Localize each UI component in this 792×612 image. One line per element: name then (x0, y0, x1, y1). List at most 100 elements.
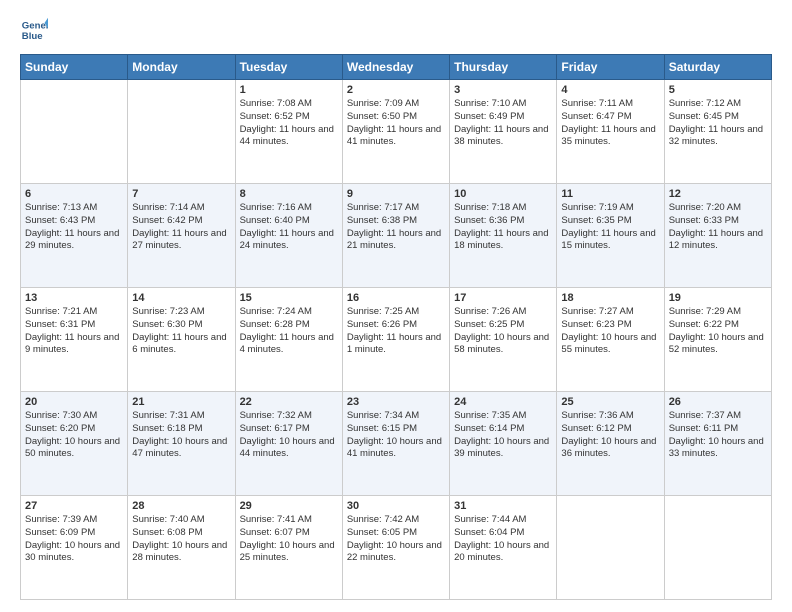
cal-cell: 27 Sunrise: 7:39 AM Sunset: 6:09 PM Dayli… (21, 496, 128, 600)
cal-cell: 29 Sunrise: 7:41 AM Sunset: 6:07 PM Dayli… (235, 496, 342, 600)
week-row-4: 20 Sunrise: 7:30 AM Sunset: 6:20 PM Dayli… (21, 392, 772, 496)
cell-info: Sunrise: 7:32 AM Sunset: 6:17 PM Dayligh… (240, 410, 338, 461)
cell-info: Sunrise: 7:34 AM Sunset: 6:15 PM Dayligh… (347, 410, 445, 461)
weekday-header-row: SundayMondayTuesdayWednesdayThursdayFrid… (21, 55, 772, 80)
cal-cell: 7 Sunrise: 7:14 AM Sunset: 6:42 PM Daylig… (128, 184, 235, 288)
svg-text:General: General (22, 20, 48, 31)
cal-cell: 3 Sunrise: 7:10 AM Sunset: 6:49 PM Daylig… (450, 80, 557, 184)
cal-cell (128, 80, 235, 184)
cell-info: Sunrise: 7:20 AM Sunset: 6:33 PM Dayligh… (669, 202, 767, 253)
weekday-header-monday: Monday (128, 55, 235, 80)
weekday-header-thursday: Thursday (450, 55, 557, 80)
svg-text:Blue: Blue (22, 31, 43, 42)
week-row-1: 1Sunrise: 7:08 AM Sunset: 6:52 PM Daylig… (21, 80, 772, 184)
day-number: 17 (454, 292, 552, 304)
day-number: 10 (454, 188, 552, 200)
weekday-header-sunday: Sunday (21, 55, 128, 80)
cal-cell: 10 Sunrise: 7:18 AM Sunset: 6:36 PM Dayli… (450, 184, 557, 288)
cal-cell: 6 Sunrise: 7:13 AM Sunset: 6:43 PM Daylig… (21, 184, 128, 288)
day-number: 8 (240, 188, 338, 200)
cal-cell: 13Sunrise: 7:21 AM Sunset: 6:31 PM Dayli… (21, 288, 128, 392)
cell-info: Sunrise: 7:41 AM Sunset: 6:07 PM Dayligh… (240, 514, 338, 565)
week-row-5: 27 Sunrise: 7:39 AM Sunset: 6:09 PM Dayli… (21, 496, 772, 600)
day-number: 2 (347, 84, 445, 96)
week-row-3: 13Sunrise: 7:21 AM Sunset: 6:31 PM Dayli… (21, 288, 772, 392)
page: General Blue SundayMondayTuesdayWednesda… (0, 0, 792, 612)
weekday-header-saturday: Saturday (664, 55, 771, 80)
day-number: 26 (669, 396, 767, 408)
day-number: 6 (25, 188, 123, 200)
cal-cell: 16Sunrise: 7:25 AM Sunset: 6:26 PM Dayli… (342, 288, 449, 392)
cal-cell: 30 Sunrise: 7:42 AM Sunset: 6:05 PM Dayli… (342, 496, 449, 600)
day-number: 28 (132, 500, 230, 512)
logo-icon: General Blue (20, 16, 48, 44)
cell-info: Sunrise: 7:35 AM Sunset: 6:14 PM Dayligh… (454, 410, 552, 461)
cell-info: Sunrise: 7:24 AM Sunset: 6:28 PM Dayligh… (240, 306, 338, 357)
day-number: 3 (454, 84, 552, 96)
cal-cell: 22 Sunrise: 7:32 AM Sunset: 6:17 PM Dayli… (235, 392, 342, 496)
day-number: 13 (25, 292, 123, 304)
day-number: 24 (454, 396, 552, 408)
cell-info: Sunrise: 7:23 AM Sunset: 6:30 PM Dayligh… (132, 306, 230, 357)
day-number: 11 (561, 188, 659, 200)
cell-info: Sunrise: 7:19 AM Sunset: 6:35 PM Dayligh… (561, 202, 659, 253)
day-number: 23 (347, 396, 445, 408)
day-number: 5 (669, 84, 767, 96)
cal-cell: 18 Sunrise: 7:27 AM Sunset: 6:23 PM Dayli… (557, 288, 664, 392)
cell-info: Sunrise: 7:09 AM Sunset: 6:50 PM Dayligh… (347, 98, 445, 149)
cell-info: Sunrise: 7:39 AM Sunset: 6:09 PM Dayligh… (25, 514, 123, 565)
weekday-header-tuesday: Tuesday (235, 55, 342, 80)
cell-info: Sunrise: 7:11 AM Sunset: 6:47 PM Dayligh… (561, 98, 659, 149)
logo: General Blue (20, 16, 52, 44)
cell-info: Sunrise: 7:25 AM Sunset: 6:26 PM Dayligh… (347, 306, 445, 357)
cal-cell: 26 Sunrise: 7:37 AM Sunset: 6:11 PM Dayli… (664, 392, 771, 496)
cell-info: Sunrise: 7:44 AM Sunset: 6:04 PM Dayligh… (454, 514, 552, 565)
cal-cell: 4Sunrise: 7:11 AM Sunset: 6:47 PM Daylig… (557, 80, 664, 184)
day-number: 18 (561, 292, 659, 304)
day-number: 29 (240, 500, 338, 512)
cal-cell (21, 80, 128, 184)
cal-cell: 5 Sunrise: 7:12 AM Sunset: 6:45 PM Daylig… (664, 80, 771, 184)
cal-cell: 1Sunrise: 7:08 AM Sunset: 6:52 PM Daylig… (235, 80, 342, 184)
cal-cell: 20 Sunrise: 7:30 AM Sunset: 6:20 PM Dayli… (21, 392, 128, 496)
cell-info: Sunrise: 7:17 AM Sunset: 6:38 PM Dayligh… (347, 202, 445, 253)
cal-cell: 28 Sunrise: 7:40 AM Sunset: 6:08 PM Dayli… (128, 496, 235, 600)
day-number: 30 (347, 500, 445, 512)
cal-cell: 14 Sunrise: 7:23 AM Sunset: 6:30 PM Dayli… (128, 288, 235, 392)
cell-info: Sunrise: 7:37 AM Sunset: 6:11 PM Dayligh… (669, 410, 767, 461)
cal-cell: 31 Sunrise: 7:44 AM Sunset: 6:04 PM Dayli… (450, 496, 557, 600)
cell-info: Sunrise: 7:13 AM Sunset: 6:43 PM Dayligh… (25, 202, 123, 253)
day-number: 31 (454, 500, 552, 512)
day-number: 21 (132, 396, 230, 408)
day-number: 7 (132, 188, 230, 200)
cell-info: Sunrise: 7:12 AM Sunset: 6:45 PM Dayligh… (669, 98, 767, 149)
day-number: 20 (25, 396, 123, 408)
cell-info: Sunrise: 7:31 AM Sunset: 6:18 PM Dayligh… (132, 410, 230, 461)
cell-info: Sunrise: 7:08 AM Sunset: 6:52 PM Dayligh… (240, 98, 338, 149)
cell-info: Sunrise: 7:42 AM Sunset: 6:05 PM Dayligh… (347, 514, 445, 565)
cell-info: Sunrise: 7:30 AM Sunset: 6:20 PM Dayligh… (25, 410, 123, 461)
cal-cell: 24 Sunrise: 7:35 AM Sunset: 6:14 PM Dayli… (450, 392, 557, 496)
cell-info: Sunrise: 7:40 AM Sunset: 6:08 PM Dayligh… (132, 514, 230, 565)
cell-info: Sunrise: 7:10 AM Sunset: 6:49 PM Dayligh… (454, 98, 552, 149)
day-number: 14 (132, 292, 230, 304)
day-number: 22 (240, 396, 338, 408)
weekday-header-friday: Friday (557, 55, 664, 80)
cell-info: Sunrise: 7:14 AM Sunset: 6:42 PM Dayligh… (132, 202, 230, 253)
cal-cell: 11 Sunrise: 7:19 AM Sunset: 6:35 PM Dayli… (557, 184, 664, 288)
cal-cell: 15 Sunrise: 7:24 AM Sunset: 6:28 PM Dayli… (235, 288, 342, 392)
day-number: 19 (669, 292, 767, 304)
cell-info: Sunrise: 7:27 AM Sunset: 6:23 PM Dayligh… (561, 306, 659, 357)
day-number: 12 (669, 188, 767, 200)
day-number: 15 (240, 292, 338, 304)
cal-cell: 21 Sunrise: 7:31 AM Sunset: 6:18 PM Dayli… (128, 392, 235, 496)
header: General Blue (20, 16, 772, 44)
day-number: 9 (347, 188, 445, 200)
cell-info: Sunrise: 7:18 AM Sunset: 6:36 PM Dayligh… (454, 202, 552, 253)
day-number: 27 (25, 500, 123, 512)
cal-cell: 17Sunrise: 7:26 AM Sunset: 6:25 PM Dayli… (450, 288, 557, 392)
cell-info: Sunrise: 7:36 AM Sunset: 6:12 PM Dayligh… (561, 410, 659, 461)
cal-cell: 9 Sunrise: 7:17 AM Sunset: 6:38 PM Daylig… (342, 184, 449, 288)
week-row-2: 6 Sunrise: 7:13 AM Sunset: 6:43 PM Daylig… (21, 184, 772, 288)
cal-cell: 2 Sunrise: 7:09 AM Sunset: 6:50 PM Daylig… (342, 80, 449, 184)
